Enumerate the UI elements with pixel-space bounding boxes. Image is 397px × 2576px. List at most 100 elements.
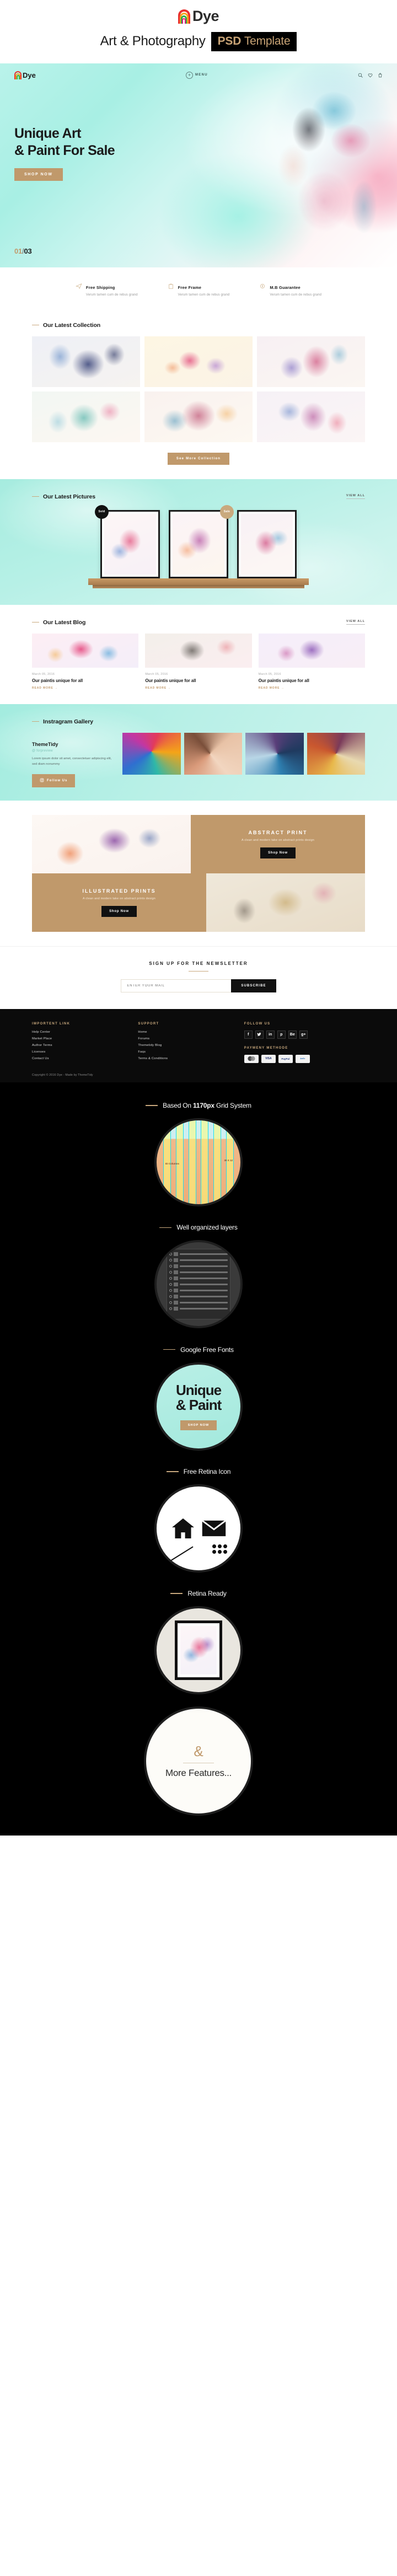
footer-link[interactable]: Author Terms bbox=[32, 1044, 121, 1047]
blog-date: March 05, 2016 bbox=[258, 672, 281, 676]
linkedin-icon[interactable]: in bbox=[266, 1030, 275, 1039]
footer-link[interactable]: Home bbox=[138, 1031, 227, 1034]
eye-icon bbox=[169, 1295, 172, 1298]
blog-title-text: Our Latest Blog bbox=[43, 619, 86, 626]
payment-methods-heading: PAYMENY METHODE bbox=[244, 1046, 288, 1050]
title-dash bbox=[32, 496, 39, 497]
promo-image bbox=[32, 814, 191, 873]
footer-link[interactable]: Contact Us bbox=[32, 1057, 121, 1060]
promo-subtext: A clean and modern take on abstract prin… bbox=[82, 897, 156, 900]
feature-item: Free Shipping Verum tamen cum de rebus g… bbox=[76, 282, 138, 297]
showcase-heading: Based On 1170px Grid System bbox=[146, 1102, 251, 1109]
blog-post[interactable]: March 05, 2016 Our paintis unique for al… bbox=[32, 633, 139, 690]
newsletter-email-input[interactable] bbox=[121, 979, 232, 992]
pinterest-icon[interactable]: p bbox=[277, 1030, 286, 1039]
promo-subtext: A clean and modern take on abstract prin… bbox=[241, 838, 315, 842]
layer-name bbox=[180, 1253, 228, 1255]
feature-item: M.B Guarantee Verum tamen cum de rebus g… bbox=[259, 282, 321, 297]
tagline-badge: PSD Template bbox=[211, 31, 297, 51]
collection-item[interactable] bbox=[144, 336, 253, 387]
status-badge: Sale bbox=[220, 505, 234, 519]
footer-link[interactable]: Help Center bbox=[32, 1031, 121, 1034]
hero-shop-now-button[interactable]: SHOP NOW bbox=[14, 168, 63, 181]
eye-icon bbox=[169, 1307, 172, 1311]
read-more-link[interactable]: READ MORE → bbox=[145, 686, 251, 690]
read-more-link[interactable]: READ MORE → bbox=[259, 686, 365, 690]
promo-content: ABSTRACT PRINT A clean and modern take o… bbox=[191, 814, 365, 873]
promo-content: ILLUSTRATED PRINTS A clean and modern ta… bbox=[32, 873, 206, 932]
newsletter-subscribe-button[interactable]: SUBSCRIBE bbox=[231, 979, 276, 992]
menu-button[interactable]: + MENU bbox=[185, 71, 208, 79]
footer-link[interactable]: Market Place bbox=[32, 1037, 121, 1040]
footer-link[interactable]: Terms & Conditions bbox=[138, 1057, 227, 1060]
collection-item[interactable] bbox=[32, 391, 140, 442]
layer-thumb bbox=[174, 1301, 178, 1305]
picture-image bbox=[104, 513, 156, 575]
showcase-title: Google Free Fonts bbox=[180, 1345, 234, 1354]
instagram-title-text: Instragram Gallery bbox=[43, 718, 93, 725]
layer-thumb bbox=[174, 1295, 178, 1299]
blog-view-all-link[interactable]: VIEW ALL bbox=[346, 620, 365, 625]
instagram-photo[interactable] bbox=[122, 732, 181, 775]
feature-title: Free Frame bbox=[178, 285, 202, 290]
google-plus-icon[interactable]: g+ bbox=[299, 1030, 308, 1039]
layer-thumb bbox=[174, 1289, 178, 1293]
layer-name bbox=[180, 1284, 228, 1286]
instagram-photo[interactable] bbox=[307, 732, 365, 775]
font-sample-button[interactable]: SHOP NOW bbox=[180, 1420, 217, 1430]
framed-picture[interactable]: Sale bbox=[169, 505, 234, 578]
collection-heading: Our Latest Collection bbox=[0, 322, 397, 329]
framed-picture[interactable] bbox=[237, 509, 297, 578]
grid-label-right: 30 X 12 bbox=[224, 1159, 233, 1162]
grid-label-left: ID Columns bbox=[165, 1162, 180, 1166]
collection-grid bbox=[0, 336, 397, 442]
showcase-title: Based On 1170px Grid System bbox=[163, 1102, 251, 1110]
hero-heading-line2: & Paint For Sale bbox=[14, 142, 115, 158]
blog-post[interactable]: March 05, 2016 Our paintis unique for al… bbox=[258, 633, 365, 690]
feature-item: Free Frame Verum tamen cum de rebus gran… bbox=[168, 282, 230, 297]
cart-icon[interactable] bbox=[378, 73, 383, 78]
blog-post[interactable]: March 05, 2016 Our paintis unique for al… bbox=[145, 633, 252, 690]
heart-icon[interactable] bbox=[368, 73, 373, 78]
showcase-block-grid: Based On 1170px Grid System ID Columns 3… bbox=[0, 1099, 397, 1207]
promo-shop-now-button[interactable]: Shop Now bbox=[260, 847, 296, 858]
collection-item[interactable] bbox=[257, 391, 365, 442]
pictures-view-all-link[interactable]: VIEW ALL bbox=[346, 494, 365, 499]
facebook-icon[interactable]: f bbox=[244, 1030, 253, 1039]
search-icon[interactable] bbox=[358, 73, 363, 78]
footer-link[interactable]: Forums bbox=[138, 1037, 227, 1040]
retina-artwork bbox=[180, 1626, 217, 1675]
title-dash bbox=[159, 1227, 172, 1228]
read-more-link[interactable]: READ MORE → bbox=[32, 686, 138, 690]
footer-link[interactable]: Faqs bbox=[138, 1050, 227, 1054]
footer-link[interactable]: Themetidy Blog bbox=[138, 1044, 227, 1047]
follow-us-button[interactable]: Follow Us bbox=[32, 774, 76, 787]
blog-section: Our Latest Blog VIEW ALL March 05, 2016 … bbox=[0, 604, 397, 704]
eye-icon bbox=[169, 1259, 172, 1262]
navbar-logo[interactable]: Dye bbox=[14, 71, 36, 79]
framed-picture[interactable]: Sold bbox=[95, 505, 160, 578]
paypal-icon: PayPal bbox=[278, 1054, 293, 1063]
instagram-handle: @ forpreview bbox=[32, 749, 53, 753]
newsletter-heading: SIGN UP FOR THE NEWSLETTER bbox=[149, 960, 248, 966]
see-more-collection-button[interactable]: See More Collection bbox=[167, 452, 230, 465]
title-dash bbox=[166, 1471, 179, 1472]
behance-icon[interactable]: Be bbox=[288, 1030, 297, 1039]
newsletter-section: SIGN UP FOR THE NEWSLETTER SUBSCRIBE bbox=[0, 946, 397, 1009]
collection-item[interactable] bbox=[32, 336, 140, 387]
instagram-heading: Instragram Gallery bbox=[0, 718, 397, 725]
rainbow-icon bbox=[14, 71, 22, 79]
collection-item[interactable] bbox=[144, 391, 253, 442]
twitter-icon[interactable] bbox=[255, 1030, 264, 1039]
title-dash bbox=[146, 1105, 158, 1106]
slider-total: 03 bbox=[24, 246, 32, 255]
blog-post-title: Our paintis unique for all bbox=[258, 678, 309, 683]
footer-link[interactable]: Licenses bbox=[32, 1050, 121, 1054]
promo-shop-now-button[interactable]: Shop Now bbox=[101, 905, 137, 917]
collection-item[interactable] bbox=[257, 336, 365, 387]
instagram-photo[interactable] bbox=[184, 732, 242, 775]
layer-row bbox=[169, 1276, 228, 1281]
instagram-photo[interactable] bbox=[245, 732, 304, 775]
picture-image bbox=[241, 513, 293, 575]
hero-slider: Dye + MENU Unique Art & Paint For Sale S… bbox=[0, 63, 397, 267]
